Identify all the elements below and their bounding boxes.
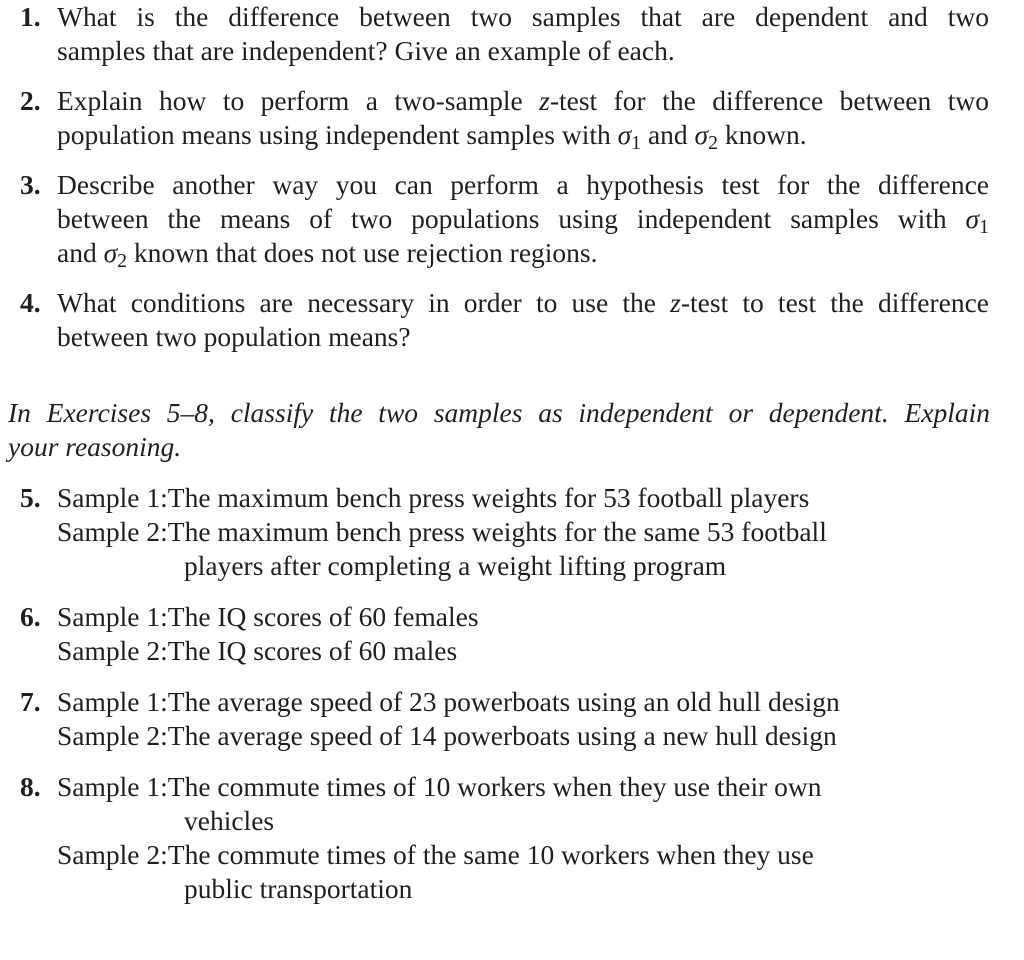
text-segment: Explain how to perform a two-sample — [57, 85, 540, 116]
sample-2: Sample 2: The IQ scores of 60 males — [57, 634, 989, 668]
exercise-text: Explain how to perform a two-sample z-te… — [57, 84, 989, 154]
text-segment: between the means of two populations usi… — [57, 203, 966, 234]
instruction-line: your reasoning. — [8, 431, 182, 462]
z-variable: z — [539, 85, 550, 116]
exercise-number: 7. — [20, 686, 41, 717]
text-line: and σ2 known that does not use rejection… — [57, 236, 989, 272]
sample-1: Sample 1: The IQ scores of 60 females — [57, 600, 989, 634]
text-segment: known. — [717, 119, 807, 150]
text-segment: -test to test the difference — [680, 287, 989, 318]
sample-label: Sample 1: — [57, 601, 168, 632]
text-line: What is the difference between two sampl… — [57, 1, 989, 32]
sample-label: Sample 1: — [57, 482, 168, 513]
sample-text-continued: players after completing a weight liftin… — [184, 550, 727, 581]
sample-1: Sample 1: The maximum bench press weight… — [57, 481, 989, 515]
text-segment: and — [641, 119, 695, 150]
exercise-text: Describe another way you can perform a h… — [57, 168, 989, 272]
text-line: What conditions are necessary in order t… — [57, 286, 989, 320]
exercise-number: 3. — [20, 169, 41, 200]
sample-text: The maximum bench press weights for 53 f… — [167, 482, 810, 513]
sample-2: Sample 2: The average speed of 14 powerb… — [57, 719, 989, 753]
text-line: Explain how to perform a two-sample z-te… — [57, 84, 989, 118]
text-segment: known that does not use rejection region… — [127, 237, 598, 268]
sigma-symbol: σ — [617, 119, 632, 150]
exercise-samples: Sample 1: The average speed of 23 powerb… — [57, 685, 989, 753]
text-line: between the means of two populations usi… — [57, 202, 989, 238]
sample-label: Sample 2: — [57, 516, 168, 547]
sample-2: Sample 2: The maximum bench press weight… — [57, 515, 989, 549]
exercise-number: 1. — [20, 1, 41, 32]
exercise-number: 8. — [20, 771, 41, 802]
subscript: 1 — [979, 215, 989, 238]
sample-text-continued: vehicles — [184, 805, 275, 836]
sample-2: Sample 2: The commute times of the same … — [57, 838, 989, 872]
sigma-symbol: σ — [103, 237, 118, 268]
sample-label: Sample 2: — [57, 720, 168, 751]
instruction-line: In Exercises 5–8, classify the two sampl… — [8, 397, 990, 428]
z-variable: z — [670, 287, 681, 318]
sample-1: Sample 1: The commute times of 10 worker… — [57, 770, 989, 804]
instructions: In Exercises 5–8, classify the two sampl… — [8, 396, 990, 464]
sample-text: The maximum bench press weights for the … — [167, 516, 827, 547]
text-segment: population means using independent sampl… — [57, 119, 618, 150]
sample-text: The IQ scores of 60 males — [167, 635, 458, 666]
exercise-text: What conditions are necessary in order t… — [57, 286, 989, 354]
text-segment: and — [57, 237, 104, 268]
sample-text: The IQ scores of 60 females — [167, 601, 479, 632]
exercise-samples: Sample 1: The IQ scores of 60 females Sa… — [57, 600, 989, 668]
exercise-samples: Sample 1: The maximum bench press weight… — [57, 481, 989, 583]
subscript: 2 — [708, 131, 718, 154]
exercise-number: 6. — [20, 601, 41, 632]
sample-label: Sample 2: — [57, 635, 168, 666]
exercise-number: 2. — [20, 85, 41, 116]
subscript: 2 — [117, 249, 128, 272]
text-segment: What conditions are necessary in order t… — [57, 287, 671, 318]
text-line: population means using independent sampl… — [57, 118, 989, 154]
sample-text: The average speed of 14 powerboats using… — [167, 720, 837, 751]
exercise-text: What is the difference between two sampl… — [57, 0, 989, 68]
sample-label: Sample 1: — [57, 771, 168, 802]
sigma-symbol: σ — [965, 203, 980, 234]
sample-text-continued: public transportation — [184, 873, 413, 904]
sample-text: The average speed of 23 powerboats using… — [167, 686, 840, 717]
sample-text: The commute times of 10 workers when the… — [167, 771, 822, 802]
sample-label: Sample 1: — [57, 686, 168, 717]
subscript: 1 — [631, 131, 642, 154]
sample-text: The commute times of the same 10 workers… — [167, 839, 814, 870]
sample-1: Sample 1: The average speed of 23 powerb… — [57, 685, 989, 719]
text-line: Describe another way you can perform a h… — [57, 169, 989, 200]
text-line: samples that are independent? Give an ex… — [57, 35, 675, 66]
sigma-symbol: σ — [694, 119, 709, 150]
exercise-number: 5. — [20, 482, 41, 513]
text-line: between two population means? — [57, 321, 411, 352]
text-segment: -test for the difference between two — [549, 85, 989, 116]
exercise-number: 4. — [20, 287, 41, 318]
sample-label: Sample 2: — [57, 839, 168, 870]
exercise-samples: Sample 1: The commute times of 10 worker… — [57, 770, 989, 906]
